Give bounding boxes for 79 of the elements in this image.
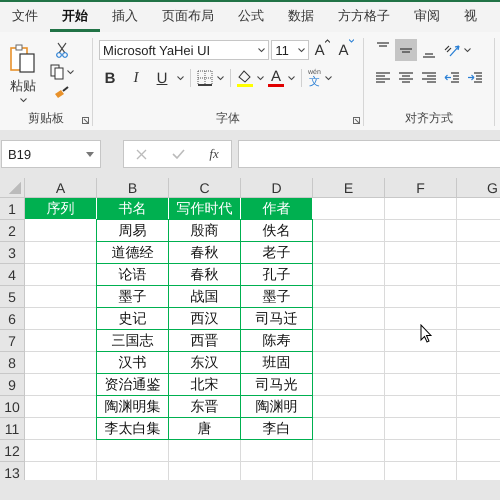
row-header[interactable]: 7 [0,330,25,352]
scissors-icon [55,42,69,58]
row-header[interactable]: 3 [0,242,25,264]
column-header[interactable]: D [241,178,313,198]
caret-icon [324,76,332,80]
caret-icon [257,76,264,80]
bold-button[interactable]: B [99,67,121,89]
row-header[interactable]: 1 [0,198,25,220]
copy-icon [50,64,64,80]
check-icon[interactable] [172,149,185,159]
table-cell: 李太白集 [96,417,169,440]
paint-bucket-icon [237,69,253,87]
caret-icon [258,48,266,52]
ribbon-tab[interactable]: 公式 [226,2,276,32]
grow-font-button[interactable]: A [311,39,334,61]
row-header[interactable]: 11 [0,418,25,440]
group-label: 字体 [215,110,241,126]
ribbon-tab[interactable]: 方方格子 [326,2,402,32]
row-header[interactable]: 5 [0,286,25,308]
font-size-field[interactable]: 11 [271,40,310,60]
formula-input[interactable] [238,140,500,168]
column-header[interactable]: F [385,178,457,198]
table-header-cell: 书名 [97,198,169,220]
shrink-font-button[interactable]: A [335,39,357,61]
paste-button[interactable]: 粘贴 [6,38,40,110]
borders-icon [197,70,213,86]
caret-icon [67,70,74,74]
ribbon-tab[interactable]: 数据 [276,2,326,32]
group-label: 剪贴板 [27,110,65,126]
insert-function-button[interactable]: fx [209,146,219,162]
name-box[interactable]: B19 [1,140,101,168]
down-caret-icon [348,39,354,43]
column-header[interactable]: A [25,178,97,198]
row-header[interactable]: 8 [0,352,25,374]
table-header-cell: 作者 [241,198,313,220]
ribbon-tab[interactable]: 页面布局 [150,2,226,32]
underline-button[interactable]: U [151,67,173,89]
caret-icon [288,76,295,80]
table-cell: 李白 [240,417,313,440]
row-header[interactable]: 6 [0,308,25,330]
paintbrush-icon [54,86,70,100]
row-header[interactable]: 10 [0,396,25,418]
row-header[interactable]: 4 [0,264,25,286]
row-header[interactable]: 9 [0,374,25,396]
ribbon-tab[interactable]: 插入 [100,2,150,32]
caret-icon [20,98,26,103]
ribbon-tab[interactable]: 视 [452,2,489,32]
font-color-button[interactable]: A [268,70,295,86]
ribbon-tab[interactable]: 审阅 [402,2,452,32]
borders-button[interactable] [197,70,224,86]
column-header[interactable]: E [313,178,385,198]
copy-button[interactable] [50,64,74,80]
caret-icon [464,48,471,52]
table-cell: 周易 [96,219,169,242]
row-header[interactable]: 2 [0,220,25,242]
column-header[interactable]: C [169,178,241,198]
group-label: 对齐方式 [404,110,454,126]
dialog-launcher-icon[interactable] [353,117,360,124]
ribbon-tab[interactable]: 文件 [0,2,50,32]
dialog-launcher-icon[interactable] [82,117,89,124]
middle-align-icon [398,48,414,52]
top-align-icon [375,42,391,47]
table-header-cell: 序列 [25,198,97,220]
clipboard-icon [10,44,36,74]
column-header[interactable]: B [97,178,169,198]
row-header[interactable]: 12 [0,440,25,462]
bottom-align-icon [421,53,437,58]
italic-button[interactable]: I [125,67,147,89]
table-cell: 佚名 [240,219,313,242]
table-header-cell: 写作时代 [169,198,241,220]
caret-icon [177,76,184,80]
up-caret-icon [324,39,330,43]
caret-icon [217,76,224,80]
middle-align-button[interactable] [395,39,417,61]
dropdown-arrow-icon [86,152,94,156]
fill-color-button[interactable] [237,69,264,87]
caret-icon [298,48,306,52]
font-name-field[interactable]: Microsoft YaHei UI [99,40,270,60]
cursor-icon [420,324,432,343]
